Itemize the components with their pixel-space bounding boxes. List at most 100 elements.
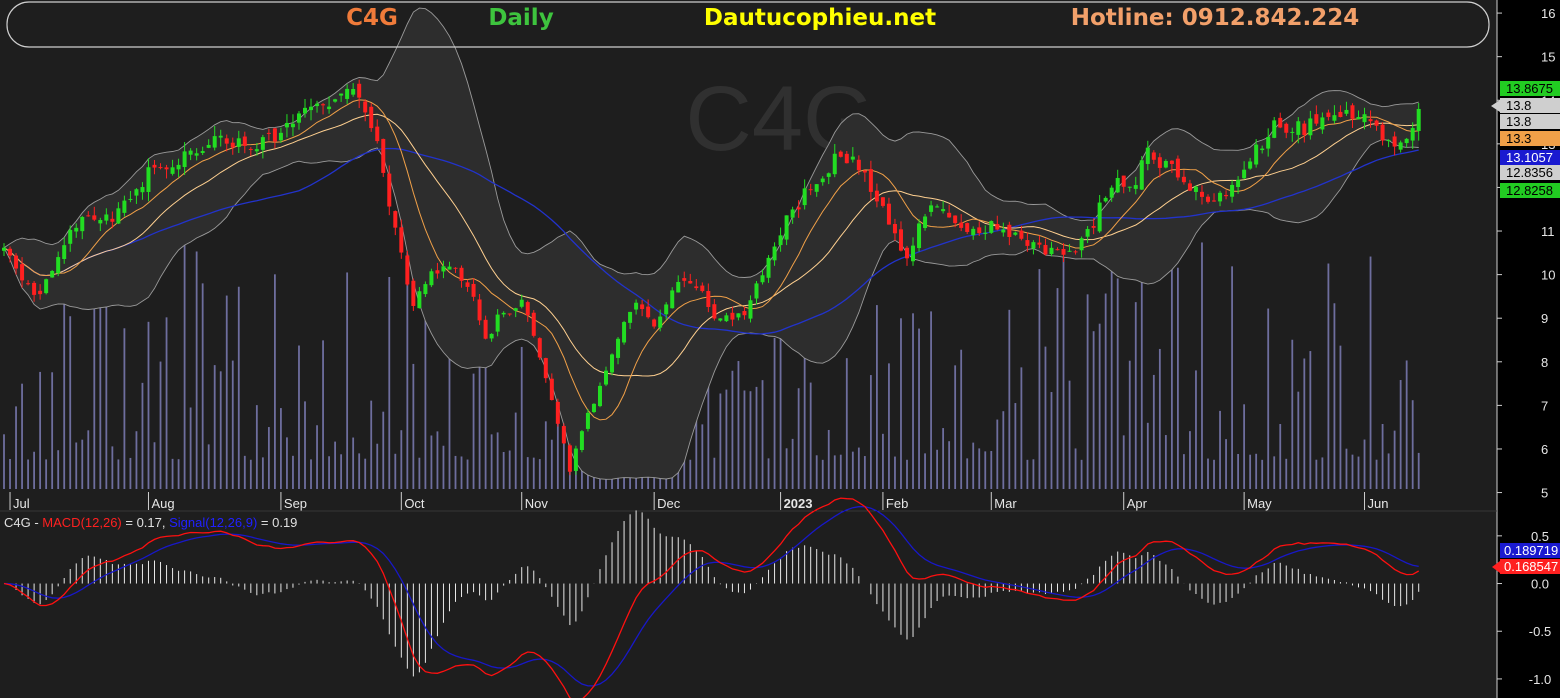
candle-body (1097, 202, 1102, 232)
candle-body (971, 228, 976, 236)
volume-bar (845, 358, 848, 489)
candle-body (1067, 250, 1072, 252)
volume-bar (936, 449, 938, 489)
volume-bar (496, 432, 499, 489)
candle-body (604, 370, 608, 385)
price-tag-label: 13.8 (1506, 98, 1531, 113)
volume-bar (165, 317, 168, 489)
candle-body (116, 208, 121, 224)
volume-bar (1411, 400, 1414, 489)
candle-body (1193, 186, 1198, 192)
candle-body (1290, 131, 1295, 133)
candle-body (796, 207, 801, 210)
volume-bar (1020, 367, 1023, 489)
volume-bar (809, 382, 812, 489)
volume-bar (201, 283, 204, 489)
candle-body (868, 169, 873, 192)
volume-bar (328, 456, 330, 489)
volume-bar (689, 459, 692, 489)
candle-body (176, 164, 181, 170)
candle-body (327, 106, 332, 110)
volume-bar (249, 459, 252, 489)
volume-bar (544, 421, 547, 489)
header-site: Dautucophieu.net (704, 5, 936, 31)
volume-bar (924, 453, 926, 489)
volume-bar (954, 365, 957, 489)
volume-bar (1339, 345, 1342, 489)
volume-bar (550, 439, 553, 489)
candle-body (892, 223, 897, 234)
volume-bar (322, 340, 324, 489)
volume-bar (900, 318, 902, 489)
candle-body (1398, 142, 1403, 150)
volume-bar (1267, 308, 1270, 489)
volume-bar (1104, 293, 1107, 489)
volume-bar (978, 448, 981, 489)
volume-bar (1405, 360, 1408, 489)
macd-legend: C4G - MACD(12,26) = 0.17, Signal(12,26,9… (4, 515, 297, 530)
volume-bar (713, 457, 716, 489)
volume-bar (1213, 459, 1215, 489)
volume-bar (1393, 430, 1396, 489)
candle-body (134, 189, 139, 196)
candle-body (296, 113, 301, 123)
volume-bar (466, 459, 469, 489)
candle-body (1037, 242, 1042, 245)
candle-body (718, 318, 723, 321)
candle-body (357, 83, 362, 98)
volume-bar (87, 430, 90, 489)
candle-body (447, 266, 452, 270)
candle-body (266, 132, 271, 134)
candle-body (242, 136, 247, 146)
candle-body (435, 270, 440, 274)
candle-body (441, 266, 446, 272)
candle-body (1109, 187, 1114, 198)
candle-body (20, 264, 25, 281)
candle-body (923, 216, 928, 229)
macd-tick-label: 0.5 (1531, 529, 1549, 544)
volume-bar (1303, 358, 1306, 489)
candle-body (1284, 123, 1289, 133)
candle-body (579, 431, 584, 450)
macd-tag-label: 0.168547 (1504, 559, 1558, 574)
volume-bar (243, 455, 246, 489)
candle-body (622, 322, 627, 343)
candle-body (537, 338, 542, 358)
candle-body (688, 280, 693, 284)
candle-body (236, 138, 241, 147)
month-label: Aug (151, 496, 174, 511)
candle-body (1103, 197, 1108, 202)
volume-bar (966, 458, 969, 489)
candle-body (591, 403, 596, 413)
candle-body (784, 215, 789, 240)
candle-body (1169, 160, 1174, 164)
candle-body (80, 216, 85, 232)
volume-bar (370, 400, 373, 489)
candle-body (459, 267, 464, 281)
candle-body (1115, 177, 1120, 193)
candle-body (555, 401, 560, 424)
candle-body (122, 200, 127, 213)
candle-body (977, 227, 982, 234)
price-tick-label: 15 (1541, 50, 1555, 65)
legend-prefix: C4G - (4, 515, 42, 530)
macd-tick-label: -0.5 (1529, 624, 1551, 639)
candle-body (917, 223, 922, 249)
candle-body (1007, 224, 1012, 238)
candle-body (772, 246, 777, 261)
candle-body (802, 188, 807, 206)
candle-body (272, 128, 277, 142)
candle-body (290, 123, 295, 128)
price-tick-label: 8 (1541, 355, 1548, 370)
volume-bar (274, 274, 276, 489)
header-ticker: C4G (346, 5, 398, 31)
volume-bar (69, 316, 72, 489)
volume-bar (129, 457, 132, 489)
volume-bar (1375, 459, 1378, 489)
candle-body (1308, 118, 1313, 136)
candle-body (381, 138, 386, 173)
price-tag-label: 13.1057 (1506, 150, 1553, 165)
volume-bar (75, 442, 78, 489)
volume-bar (1363, 439, 1366, 489)
volume-bar (292, 455, 294, 489)
